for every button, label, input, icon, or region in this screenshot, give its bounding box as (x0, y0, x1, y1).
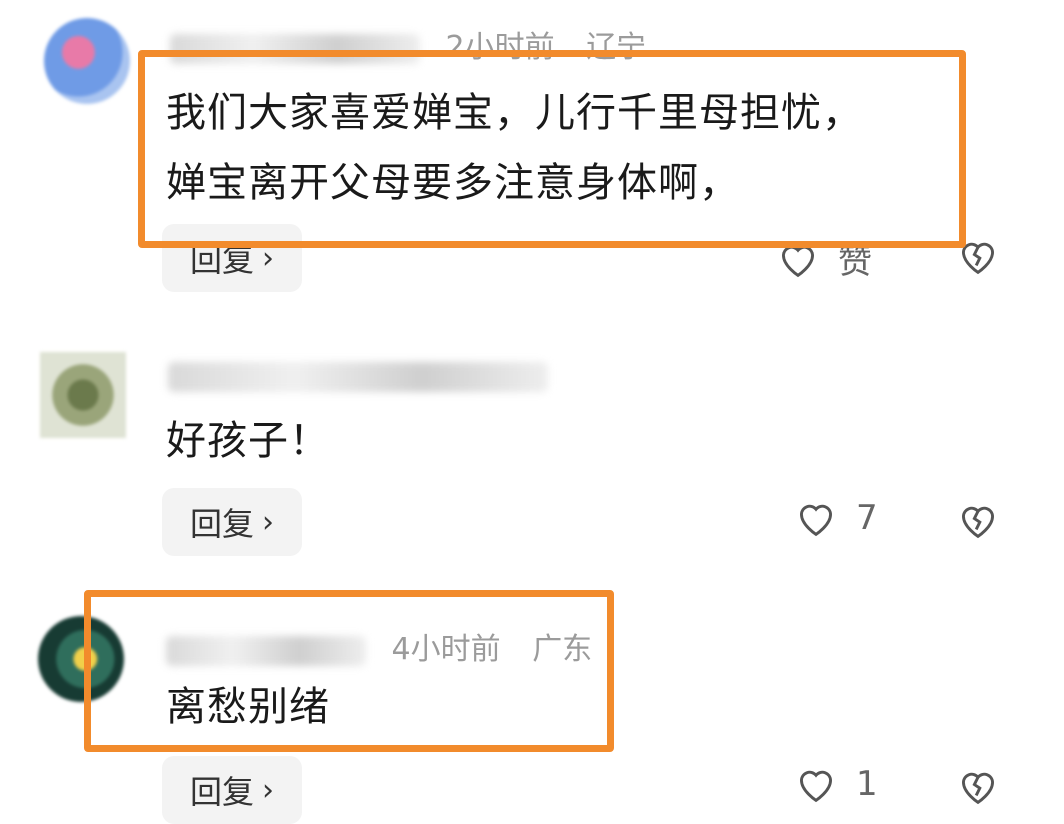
broken-heart-icon[interactable] (956, 500, 1000, 540)
heart-icon (799, 770, 833, 803)
reply-button[interactable]: 回复 › (162, 756, 303, 824)
like-button[interactable]: 1 (794, 764, 878, 804)
comment-text: 好孩子！ (166, 418, 330, 464)
broken-heart-icon[interactable] (956, 766, 1000, 806)
chevron-right-icon: › (262, 772, 275, 808)
avatar[interactable] (44, 18, 130, 104)
chevron-right-icon: › (262, 504, 275, 540)
like-button[interactable]: 7 (794, 498, 878, 538)
comment-meta (168, 358, 586, 393)
avatar[interactable] (40, 352, 126, 438)
username[interactable] (168, 361, 548, 392)
heart-icon (799, 504, 833, 537)
like-count: 7 (856, 498, 878, 538)
like-count: 1 (856, 764, 878, 804)
highlight-box-2 (84, 590, 614, 752)
highlight-box-1 (138, 50, 966, 248)
reply-button[interactable]: 回复 › (162, 488, 303, 556)
